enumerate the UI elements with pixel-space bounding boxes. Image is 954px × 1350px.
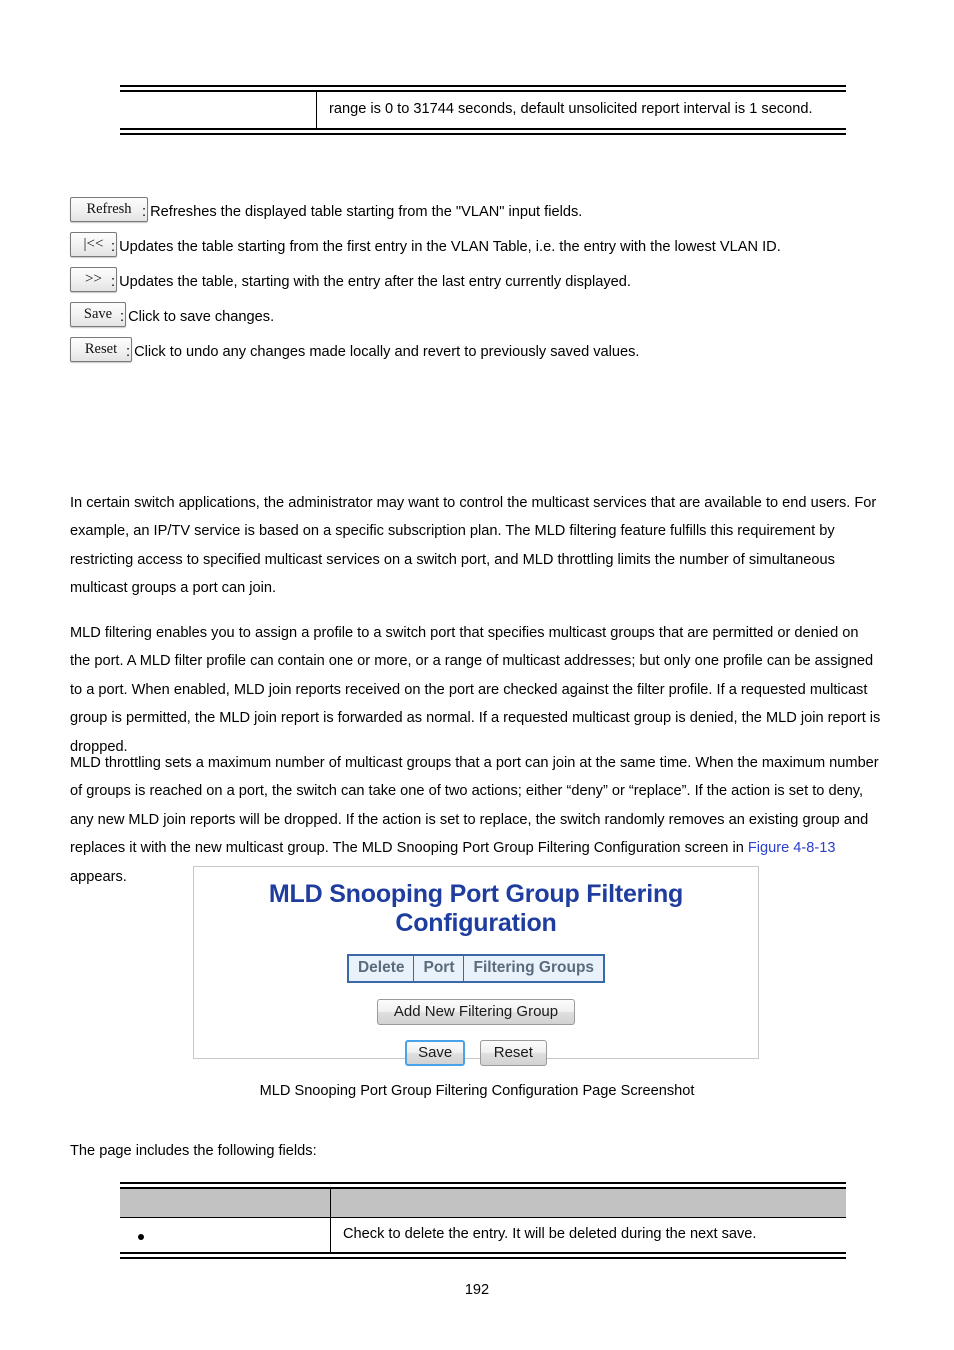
refresh-button[interactable]: Refresh (70, 197, 148, 222)
figure-link[interactable]: Figure 4-8-13 (748, 840, 836, 856)
first-page-description: : Updates the table starting from the fi… (111, 239, 781, 255)
add-new-row: Add New Filtering Group (194, 999, 758, 1025)
top-table-left-cell (120, 91, 317, 129)
ui-screenshot-figure: MLD Snooping Port Group Filtering Config… (193, 866, 759, 1066)
button-legend-list: Refresh : Refreshes the displayed table … (70, 197, 900, 372)
column-header-port: Port (413, 955, 465, 982)
top-table-bottom-rule (120, 127, 846, 135)
document-page: range is 0 to 31744 seconds, default uns… (0, 0, 954, 1350)
field-description-cell: Check to delete the entry. It will be de… (330, 1217, 846, 1253)
top-continuation-table: range is 0 to 31744 seconds, default uns… (120, 85, 846, 135)
reset-description: : Click to undo any changes made locally… (126, 344, 640, 360)
fields-table-header-row (120, 1188, 846, 1218)
legend-item-refresh: Refresh : Refreshes the displayed table … (70, 197, 900, 223)
fields-table: Check to delete the entry. It will be de… (120, 1182, 846, 1259)
next-page-button[interactable]: >> (70, 267, 117, 292)
reset-button[interactable]: Reset (70, 337, 132, 362)
column-header-delete: Delete (347, 955, 415, 982)
paragraph-intro: In certain switch applications, the admi… (70, 494, 877, 597)
next-page-description: : Updates the table, starting with the e… (111, 274, 631, 290)
legend-item-save: Save : Click to save changes. (70, 302, 900, 328)
page-title: MLD Snooping Port Group Filtering Config… (268, 880, 684, 937)
fields-header-description (330, 1188, 846, 1218)
refresh-description: : Refreshes the displayed table starting… (142, 204, 583, 220)
save-button[interactable]: Save (70, 302, 126, 327)
column-header-filtering-groups: Filtering Groups (463, 955, 605, 982)
save-reset-row: Save Reset (194, 1040, 758, 1066)
fields-header-name (120, 1188, 331, 1218)
screenshot-reset-button[interactable]: Reset (479, 1040, 547, 1066)
table-row: range is 0 to 31744 seconds, default uns… (120, 91, 846, 129)
fields-intro-text: The page includes the following fields: (70, 1143, 317, 1159)
save-description: : Click to save changes. (120, 309, 275, 325)
bullet-icon (138, 1233, 144, 1240)
paragraph-throttling-tail: appears. (70, 868, 127, 885)
field-name-cell (120, 1217, 331, 1253)
table-row: Check to delete the entry. It will be de… (120, 1217, 846, 1253)
rule (120, 1252, 846, 1259)
table-header-row: Delete Port Filtering Groups (347, 955, 605, 982)
rule (120, 127, 846, 135)
page-number: 192 (464, 1282, 490, 1298)
fields-table-bottom-rule (120, 1252, 846, 1259)
first-page-button[interactable]: |<< (70, 232, 117, 257)
legend-item-next-page: >> : Updates the table, starting with th… (70, 267, 900, 293)
paragraph-mld-filtering: MLD filtering enables you to assign a pr… (70, 624, 881, 755)
legend-item-first-page: |<< : Updates the table starting from th… (70, 232, 900, 258)
screenshot-save-button[interactable]: Save (405, 1040, 466, 1066)
filtering-groups-table: Delete Port Filtering Groups (346, 954, 606, 983)
legend-item-reset: Reset : Click to undo any changes made l… (70, 337, 900, 363)
top-table-right-cell: range is 0 to 31744 seconds, default uns… (329, 101, 813, 117)
figure-caption: MLD Snooping Port Group Filtering Config… (259, 1083, 695, 1099)
add-new-filtering-group-button[interactable]: Add New Filtering Group (376, 999, 576, 1025)
